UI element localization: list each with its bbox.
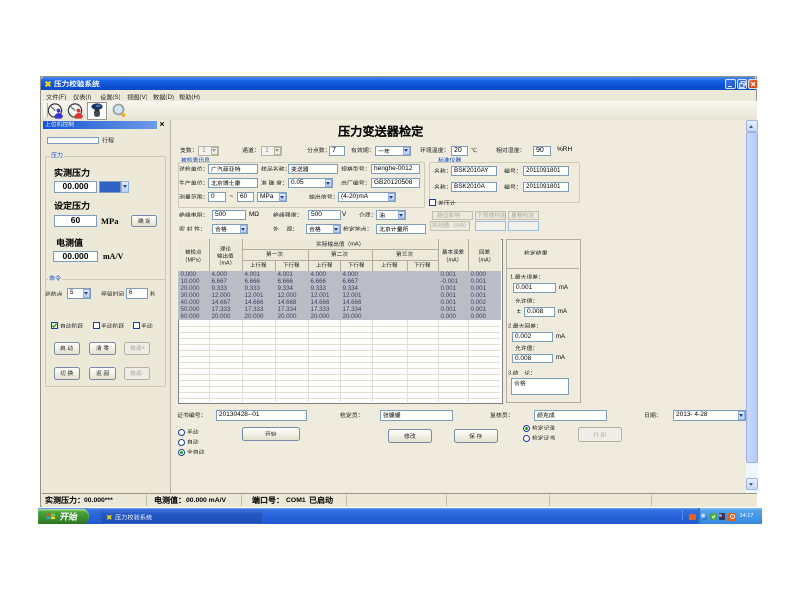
svg-text:mA: mA [221, 260, 230, 265]
svg-text:+: + [141, 346, 144, 351]
svg-text:(D): (D) [165, 94, 174, 100]
svg-text:(H): (H) [191, 94, 200, 100]
svg-text:3.: 3. [508, 370, 513, 375]
svg-text:mA: mA [480, 257, 489, 262]
svg-text:mA: mA [350, 241, 359, 246]
svg-text:(F): (F) [58, 94, 66, 100]
svg-text:mA: mA [455, 223, 464, 228]
svg-text:2.: 2. [508, 323, 513, 328]
svg-text:(S): (S) [112, 94, 120, 100]
svg-text:(I): (I) [85, 94, 91, 100]
svg-text:1.: 1. [510, 274, 515, 279]
svg-text:(V): (V) [139, 94, 147, 100]
svg-text:-: - [142, 371, 144, 376]
svg-text:MPa: MPa [188, 257, 200, 262]
svg-text:mA: mA [449, 257, 458, 262]
